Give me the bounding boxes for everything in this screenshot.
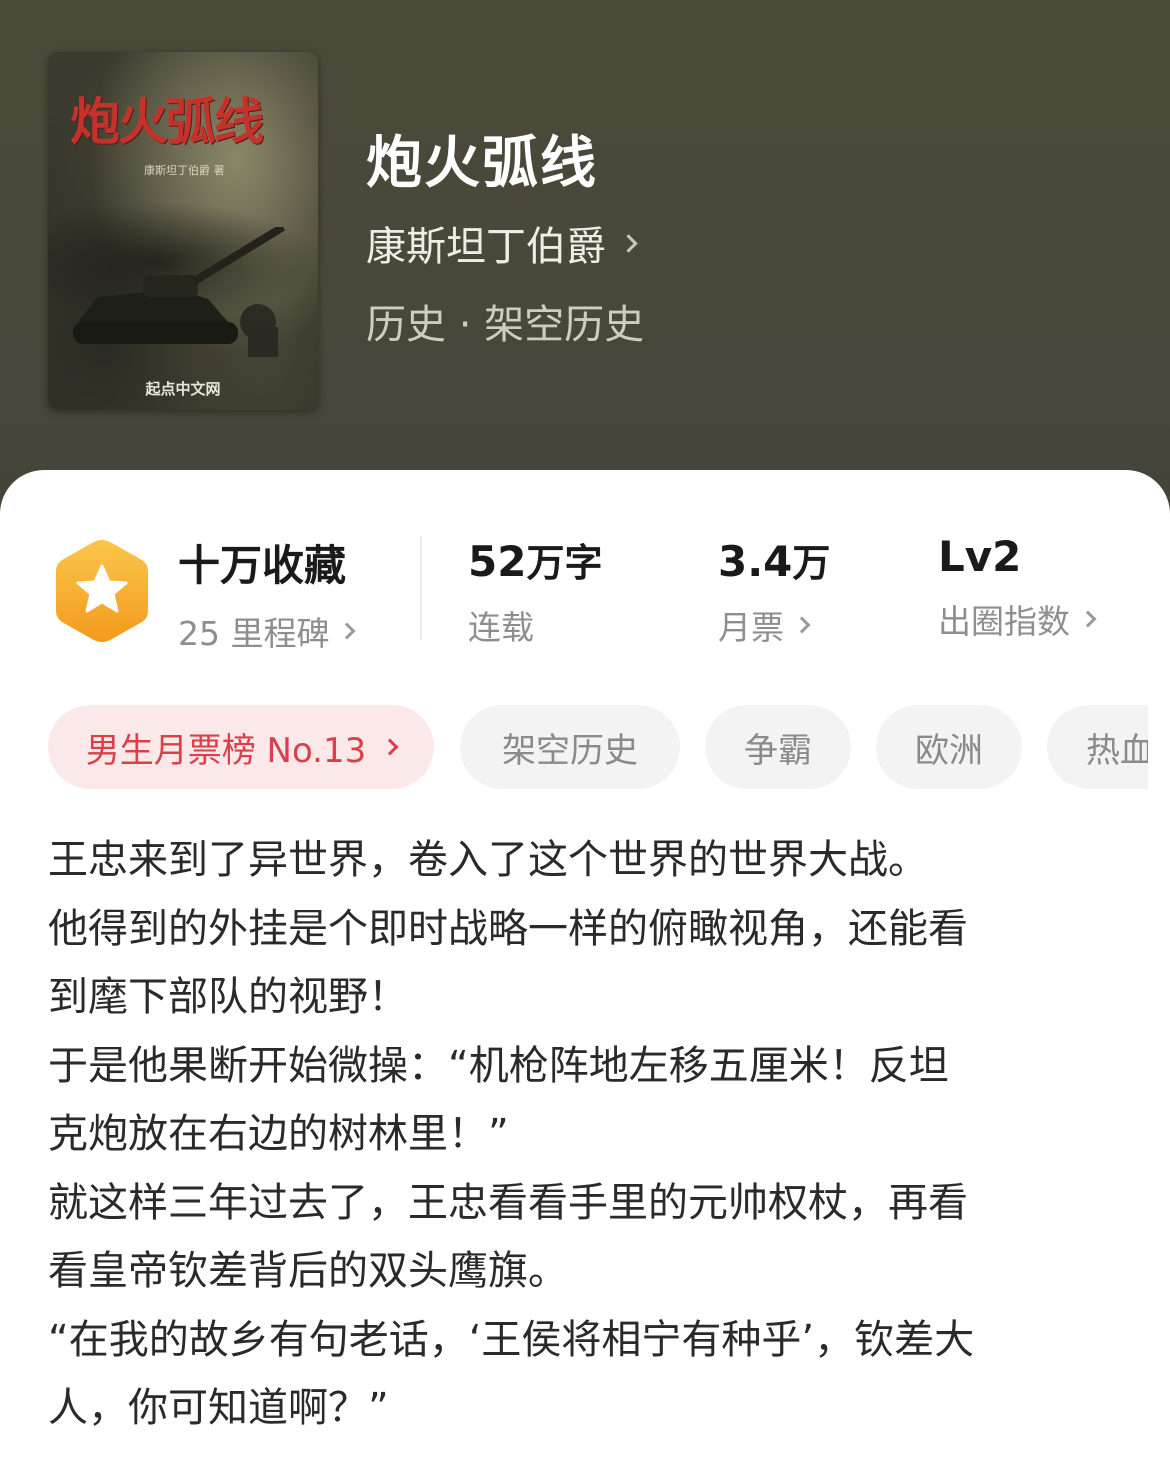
chevron-right-icon	[793, 616, 811, 634]
category-label: 历史	[366, 302, 446, 348]
cover-publisher: 起点中文网	[145, 380, 221, 398]
genre-line: 历史 · 架空历史	[366, 292, 644, 350]
tag-europe[interactable]: 欧洲	[876, 705, 1022, 789]
cover-author: 康斯坦丁伯爵 著	[144, 164, 225, 177]
stat-monthly-tickets[interactable]: 3.4万 月票	[718, 532, 830, 649]
description-line: 人，你可知道啊？”	[48, 1385, 389, 1431]
book-header: 炮火弧线 康斯坦丁伯爵 著 起点中文网 炮火弧线 康斯坦丁伯爵 历史 · 架空历…	[0, 0, 1170, 520]
tag-alt-history[interactable]: 架空历史	[460, 705, 680, 789]
stats-divider	[420, 536, 422, 640]
description-line: 看皇帝钦差背后的双头鹰旗。	[48, 1248, 568, 1294]
milestone-link[interactable]: 25 里程碑	[178, 607, 356, 655]
chevron-right-icon	[338, 622, 356, 640]
word-count-unit: 万字	[526, 541, 603, 585]
popularity-value: Lv2	[938, 532, 1022, 581]
monthly-tickets-value: 3.4	[718, 537, 793, 586]
milestone-label: 25 里程碑	[178, 614, 330, 653]
description-line: 王忠来到了异世界，卷入了这个世界的世界大战。	[48, 837, 928, 883]
tag-hegemony[interactable]: 争霸	[705, 705, 851, 789]
monthly-tickets-unit: 万	[792, 541, 831, 585]
description-line: 于是他果断开始微操：“机枪阵地左移五厘米！反坦	[48, 1042, 949, 1089]
book-title: 炮火弧线	[366, 131, 598, 196]
collections-value: 十万收藏	[178, 541, 347, 590]
description-line: 到麾下部队的视野！	[48, 974, 408, 1020]
popularity-label: 出圈指数	[938, 602, 1070, 641]
chevron-right-icon	[381, 738, 399, 756]
chevron-right-icon	[619, 233, 638, 253]
monthly-tickets-label: 月票	[718, 608, 784, 647]
cover-title: 炮火弧线	[70, 92, 264, 151]
description-line: “在我的故乡有句老话，‘王侯将相宁有种乎’，钦差大	[48, 1316, 975, 1363]
tank-illustration	[73, 227, 286, 357]
tag-passion[interactable]: 热血	[1047, 705, 1148, 789]
stat-popularity[interactable]: Lv2 出圈指数	[938, 532, 1097, 643]
description-line: 克炮放在右边的树林里！”	[48, 1111, 509, 1157]
stat-collections[interactable]: 十万收藏 25 里程碑	[178, 532, 356, 655]
author-name: 康斯坦丁伯爵	[366, 224, 606, 270]
chevron-right-icon	[1079, 610, 1097, 628]
subcategory-label: 架空历史	[484, 302, 645, 348]
book-description: 王忠来到了异世界，卷入了这个世界的世界大战。 他得到的外挂是个即时战略一样的俯瞰…	[48, 826, 1128, 1443]
description-line: 他得到的外挂是个即时战略一样的俯瞰视角，还能看	[48, 905, 968, 952]
star-hexagon-icon	[56, 540, 148, 642]
description-line: 就这样三年过去了，王忠看看手里的元帅权杖，再看	[48, 1179, 968, 1226]
author-link[interactable]: 康斯坦丁伯爵	[366, 214, 638, 272]
stat-word-count: 52万字 连载	[468, 532, 602, 649]
book-cover[interactable]: 炮火弧线 康斯坦丁伯爵 著 起点中文网	[48, 52, 318, 410]
tag-list: 男生月票榜 No.13 架空历史 争霸 欧洲 热血	[48, 705, 1148, 791]
serial-status: 连载	[468, 608, 534, 647]
tag-rank[interactable]: 男生月票榜 No.13	[48, 705, 434, 789]
word-count-value: 52	[468, 537, 527, 586]
genre-separator: ·	[446, 302, 485, 348]
rank-tag-label: 男生月票榜 No.13	[85, 730, 367, 771]
book-info-card: 十万收藏 25 里程碑 52万字 连载 3.4万 月票 Lv2 出圈指数 男生月…	[0, 470, 1170, 1472]
